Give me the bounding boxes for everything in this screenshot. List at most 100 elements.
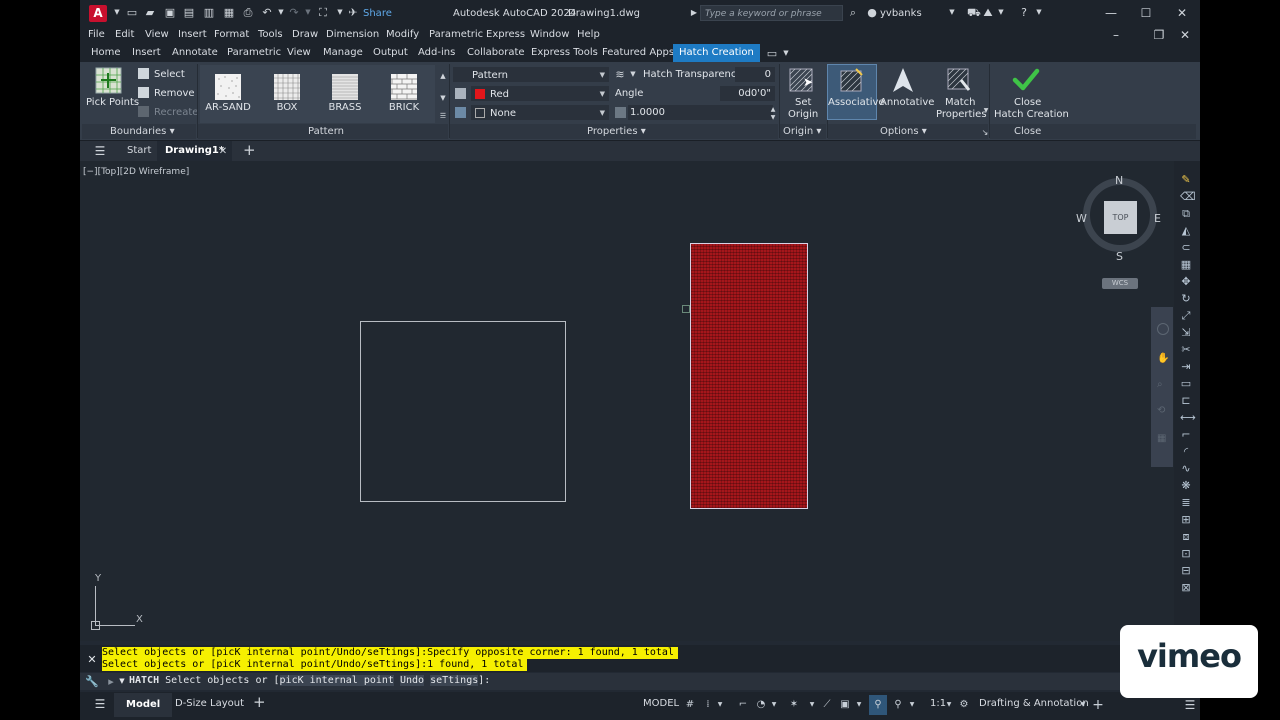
fillet-icon[interactable]: ◜ xyxy=(1180,446,1192,458)
tab-manage[interactable]: Manage xyxy=(323,47,363,58)
menu-modify[interactable]: Modify xyxy=(386,29,419,40)
user-dropdown-icon[interactable]: ▼ xyxy=(946,6,958,19)
properties-panel-title[interactable]: Properties ▾ xyxy=(587,126,646,137)
select-boundary-button[interactable]: Select xyxy=(154,69,185,80)
tab-collaborate[interactable]: Collaborate xyxy=(467,47,525,58)
menu-parametric[interactable]: Parametric xyxy=(429,29,483,40)
gallery-expand-icon[interactable]: ☰ xyxy=(437,110,449,123)
copy-icon[interactable]: ⧉ xyxy=(1180,208,1192,220)
share-link[interactable]: Share xyxy=(363,8,392,19)
select-boundary-icon[interactable] xyxy=(138,68,149,79)
doc-restore-icon[interactable]: ❐ xyxy=(1152,28,1166,42)
hatch-transparency-icon[interactable]: ≋ xyxy=(614,68,626,81)
tab-parametric[interactable]: Parametric xyxy=(227,47,281,58)
angle-input[interactable]: 0d0'0" xyxy=(720,86,775,101)
mirror-icon[interactable]: ◭ xyxy=(1180,225,1192,237)
pan-icon[interactable]: ✋ xyxy=(1157,353,1169,365)
insert-block-icon[interactable]: ⊡ xyxy=(1180,548,1192,560)
new-tab-plus-icon[interactable]: + xyxy=(243,143,256,158)
break-at-point-icon[interactable]: ⊏ xyxy=(1180,395,1192,407)
extend-icon[interactable]: ⇥ xyxy=(1180,361,1192,373)
annotative-label[interactable]: Annotative xyxy=(880,97,934,108)
measure-icon[interactable]: ⊠ xyxy=(1180,582,1192,594)
share-icon[interactable]: ✈ xyxy=(347,6,359,19)
layer-icon[interactable]: ≣ xyxy=(1180,497,1192,509)
menu-format[interactable]: Format xyxy=(214,29,249,40)
hamburger-menu-icon[interactable]: ☰ xyxy=(94,145,106,158)
boundaries-panel-title[interactable]: Boundaries ▾ xyxy=(110,126,175,137)
open-folder-icon[interactable]: ▰ xyxy=(144,6,156,19)
box-pattern-icon[interactable] xyxy=(274,74,300,100)
object-snap-icon[interactable]: ▣ xyxy=(839,699,851,711)
orbit-icon[interactable]: ⟲ xyxy=(1157,405,1167,417)
polar-icon[interactable]: ◔ xyxy=(755,699,767,711)
menu-help[interactable]: Help xyxy=(577,29,600,40)
array-icon[interactable]: ▦ xyxy=(1180,259,1192,271)
join-icon[interactable]: ⟷ xyxy=(1180,412,1196,424)
workspace-dropdown-icon[interactable]: ▼ xyxy=(1077,699,1089,711)
viewport-controls[interactable]: [−][Top][2D Wireframe] xyxy=(83,167,189,177)
showmotion-icon[interactable]: ▦ xyxy=(1157,433,1167,445)
viewcube-east[interactable]: E xyxy=(1154,212,1161,225)
snap-dropdown-icon[interactable]: ▼ xyxy=(714,699,726,711)
zoom-icon[interactable]: ⌕ xyxy=(1157,379,1167,391)
match-properties-dropdown-icon[interactable]: ▼ xyxy=(980,104,992,117)
app-dropdown-icon[interactable]: ▼ xyxy=(995,6,1007,19)
match-properties-label-2[interactable]: Properties xyxy=(936,109,987,120)
auto-scale-icon[interactable]: ⚲ xyxy=(892,699,904,711)
auto-scale-dropdown-icon[interactable]: ▼ xyxy=(906,699,918,711)
menu-window[interactable]: Window xyxy=(530,29,569,40)
menu-view[interactable]: View xyxy=(145,29,169,40)
autocad-logo-icon[interactable]: A xyxy=(89,5,107,22)
viewcube-top-face[interactable]: TOP xyxy=(1104,201,1137,234)
open-web-icon[interactable]: ▥ xyxy=(203,6,215,19)
tab-annotate[interactable]: Annotate xyxy=(172,47,218,58)
viewcube-west[interactable]: W xyxy=(1076,212,1087,225)
brick-pattern-icon[interactable] xyxy=(391,74,417,100)
close-hatch-label-2[interactable]: Hatch Creation xyxy=(994,109,1069,120)
print-icon[interactable]: ⎙ xyxy=(242,6,254,19)
viewcube-south[interactable]: S xyxy=(1116,250,1123,263)
annotation-monitor-icon[interactable]: + xyxy=(1092,698,1104,712)
pick-points-label[interactable]: Pick Points xyxy=(86,97,139,108)
save-as-icon[interactable]: ▤ xyxy=(183,6,195,19)
set-origin-label-1[interactable]: Set xyxy=(795,97,811,108)
scale-spinner-down-icon[interactable]: ▼ xyxy=(767,111,779,124)
tab-output[interactable]: Output xyxy=(373,47,408,58)
menu-insert[interactable]: Insert xyxy=(178,29,207,40)
new-file-icon[interactable]: ▭ xyxy=(126,6,138,19)
hatch-transparency-input[interactable]: 0 xyxy=(735,67,775,82)
blend-icon[interactable]: ∿ xyxy=(1180,463,1192,475)
chamfer-icon[interactable]: ⌐ xyxy=(1180,429,1192,441)
autodesk-app-icon[interactable]: ⛰ xyxy=(982,6,994,19)
ribbon-options-icon[interactable]: ▼ xyxy=(780,47,792,60)
grid-icon[interactable]: # xyxy=(684,699,696,711)
ar-sand-pattern-icon[interactable] xyxy=(215,74,241,100)
recent-commands-icon[interactable]: ▼ xyxy=(116,675,128,688)
scale-dropdown-icon[interactable]: ▼ xyxy=(943,699,955,711)
object-snap-dropdown-icon[interactable]: ▼ xyxy=(853,699,865,711)
remove-boundary-button[interactable]: Remove xyxy=(154,88,195,99)
isodraft-icon[interactable]: ✶ xyxy=(788,699,800,711)
explode-icon[interactable]: ❋ xyxy=(1180,480,1192,492)
menu-edit[interactable]: Edit xyxy=(115,29,134,40)
object-snap-tracking-icon[interactable]: ⟋ xyxy=(821,699,833,711)
help-icon[interactable]: ? xyxy=(1018,6,1030,19)
ribbon-minimize-icon[interactable]: ▭ xyxy=(766,47,778,60)
ortho-icon[interactable]: ⌐ xyxy=(737,699,749,711)
offset-icon[interactable]: ⊂ xyxy=(1180,242,1192,254)
rectangle-boundary[interactable] xyxy=(360,321,566,502)
group-icon[interactable]: ⊟ xyxy=(1180,565,1192,577)
tab-model[interactable]: Model xyxy=(114,693,173,717)
tab-add-ins[interactable]: Add-ins xyxy=(418,47,455,58)
workspace-icon[interactable]: ⛶ xyxy=(317,6,329,19)
help-dropdown-icon[interactable]: ▼ xyxy=(1033,6,1045,19)
background-color-dropdown[interactable]: None ▼ xyxy=(471,105,609,120)
associative-label[interactable]: Associative xyxy=(828,97,885,108)
customize-qat-icon[interactable]: ▼ xyxy=(334,6,346,19)
isodraft-dropdown-icon[interactable]: ▼ xyxy=(806,699,818,711)
pick-points-icon[interactable] xyxy=(95,67,122,94)
search-expand-icon[interactable]: ▶ xyxy=(688,6,700,19)
box-pattern-label[interactable]: BOX xyxy=(262,102,312,113)
properties-icon[interactable]: ⊞ xyxy=(1180,514,1192,526)
